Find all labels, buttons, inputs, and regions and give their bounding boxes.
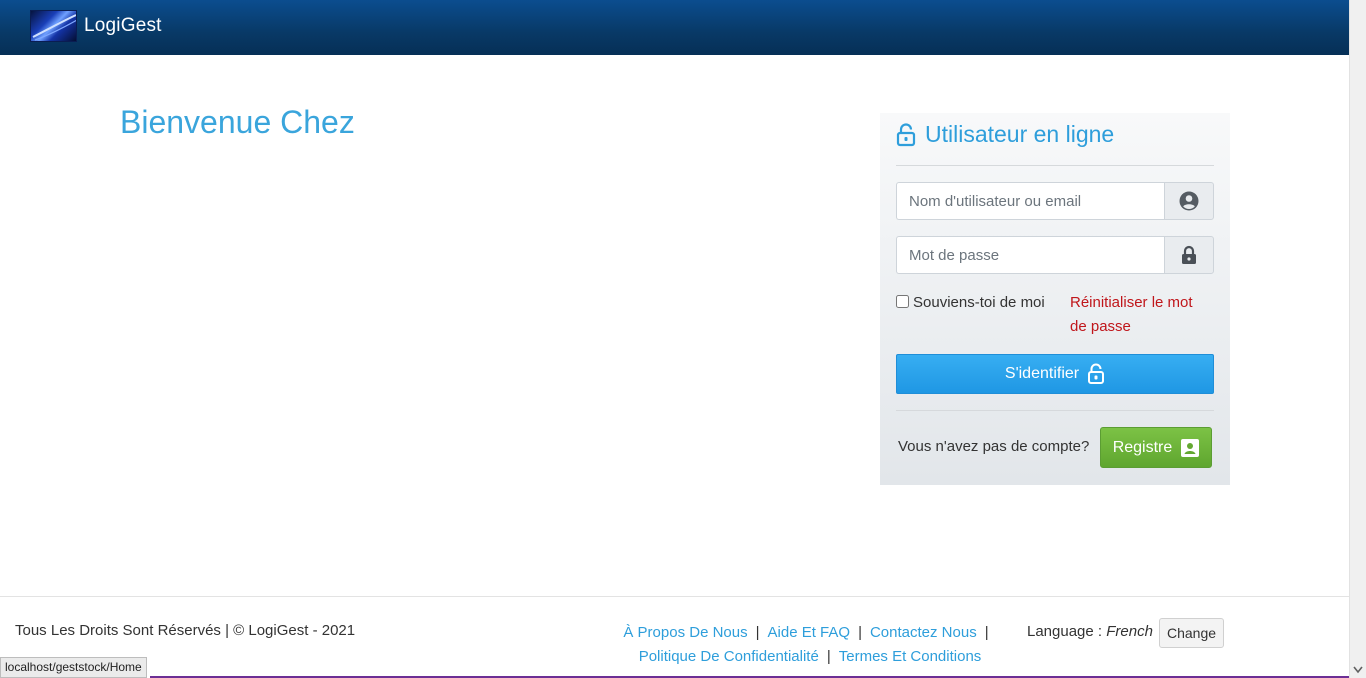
login-title-text: Utilisateur en ligne: [925, 121, 1115, 147]
language-indicator: Language : French: [1027, 623, 1153, 640]
remember-me[interactable]: Souviens-toi de moi: [896, 291, 1056, 315]
footer: Tous Les Droits Sont Réservés | © LogiGe…: [0, 596, 1349, 678]
separator: |: [984, 624, 989, 641]
no-account-text: Vous n'avez pas de compte?: [898, 438, 1090, 455]
signin-label: S'identifier: [1004, 365, 1080, 382]
login-panel-title: Utilisateur en ligne: [896, 121, 1114, 148]
reset-password-link[interactable]: Réinitialiser le mot de passe: [1070, 291, 1210, 339]
contact-link[interactable]: Contactez Nous: [870, 624, 977, 641]
welcome-title: Bienvenue Chez: [120, 104, 355, 140]
divider: [896, 410, 1214, 411]
brand-link[interactable]: LogiGest: [30, 10, 162, 42]
unlock-icon: [896, 122, 916, 146]
status-bar-url: localhost/geststock/Home: [0, 657, 147, 678]
id-card-icon: [1181, 438, 1200, 457]
password-group: [896, 236, 1214, 274]
brand-name: LogiGest: [84, 15, 162, 36]
user-circle-icon: [1164, 182, 1214, 220]
top-navbar: LogiGest: [0, 0, 1349, 55]
help-faq-link[interactable]: Aide Et FAQ: [768, 624, 851, 641]
register-label: Registre: [1112, 438, 1173, 456]
remember-me-checkbox[interactable]: [896, 295, 909, 308]
separator: |: [755, 624, 760, 641]
logigest-logo-icon: [30, 10, 77, 42]
change-language-button[interactable]: Change: [1159, 618, 1224, 648]
separator: |: [858, 624, 862, 641]
divider: [896, 165, 1214, 166]
password-input[interactable]: [896, 236, 1164, 274]
unlock-icon: [1088, 363, 1105, 384]
username-input[interactable]: [896, 182, 1164, 220]
privacy-link[interactable]: Politique De Confidentialité: [639, 648, 819, 665]
terms-link[interactable]: Termes Et Conditions: [839, 648, 982, 665]
language-label: Language :: [1027, 623, 1103, 640]
signin-button[interactable]: S'identifier: [896, 354, 1214, 394]
login-panel: Utilisateur en ligne Souviens-toi de moi…: [880, 113, 1230, 485]
register-button[interactable]: Registre: [1100, 427, 1212, 468]
separator: |: [826, 648, 831, 665]
lock-icon: [1164, 236, 1214, 274]
username-group: [896, 182, 1214, 220]
language-value: French: [1106, 623, 1153, 640]
footer-links: À Propos De Nous | Aide Et FAQ | Contactez N…: [600, 621, 1020, 669]
page-scrollbar[interactable]: [1349, 0, 1366, 678]
about-link[interactable]: À Propos De Nous: [623, 624, 747, 641]
scroll-down-arrow-icon[interactable]: [1353, 666, 1363, 674]
remember-me-label: Souviens-toi de moi: [913, 294, 1045, 311]
copyright-text: Tous Les Droits Sont Réservés | © LogiGe…: [15, 622, 356, 639]
